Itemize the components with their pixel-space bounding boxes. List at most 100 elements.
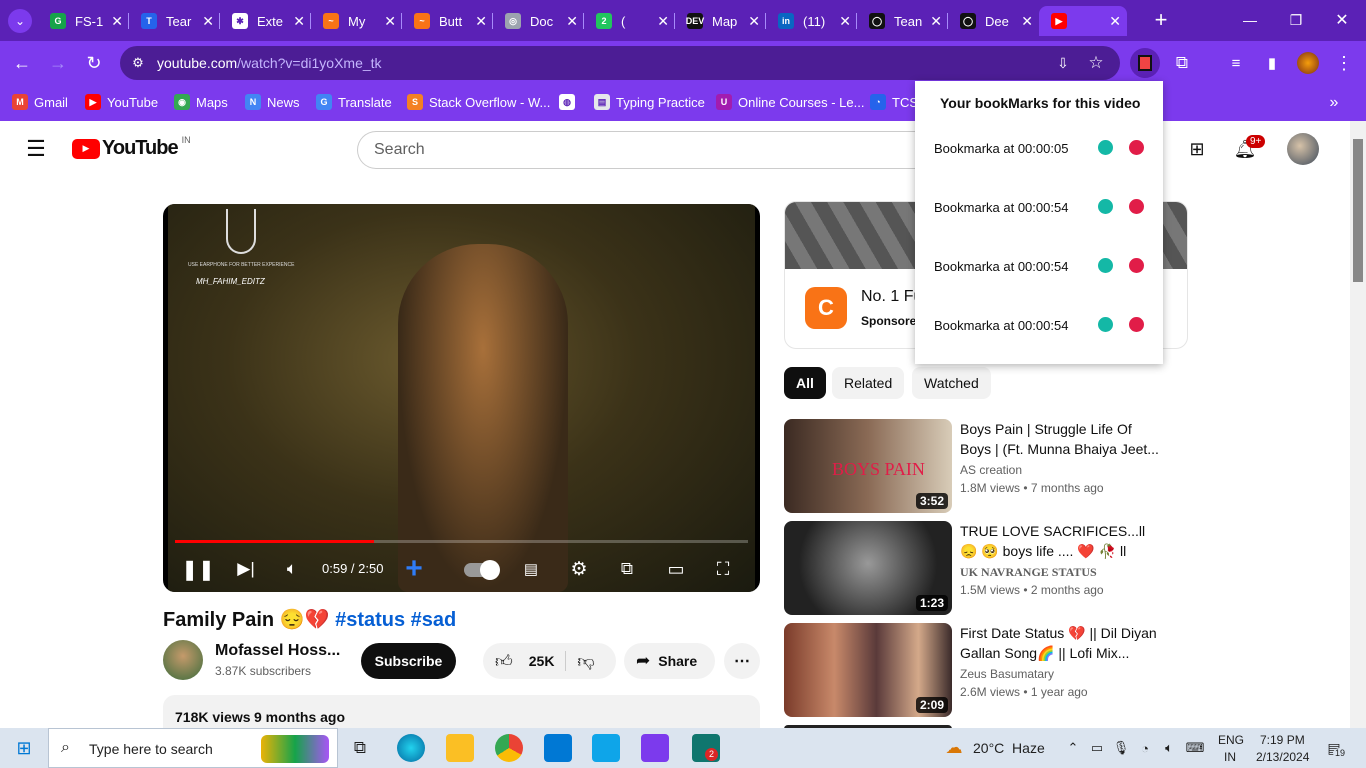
extensions-icon[interactable]: ⧉ [1170, 51, 1194, 75]
address-bar[interactable]: ⚙ youtube.com/watch?v=di1yoXme_tk ⇩ ☆ [120, 46, 1120, 80]
tab-close-icon[interactable]: ✕ [839, 13, 851, 30]
minimize-button[interactable]: — [1238, 8, 1262, 32]
browser-tab[interactable]: G FS-1 ✕ [38, 6, 129, 36]
edge-icon[interactable] [397, 734, 425, 762]
chip-watched[interactable]: Watched [912, 367, 991, 399]
bookmark-item[interactable]: G Translate [316, 94, 392, 110]
bookmark-extension-icon[interactable] [1130, 48, 1160, 78]
clipchamp-icon[interactable] [641, 734, 669, 762]
tab-close-icon[interactable]: ✕ [202, 13, 214, 30]
rec-channel[interactable]: UK NAVRANGE STATUS [960, 565, 1097, 580]
bookmark-item[interactable]: U Online Courses - Le... [716, 94, 864, 110]
weather-icon[interactable]: ☁ [942, 736, 966, 760]
tab-close-icon[interactable]: ✕ [930, 13, 942, 30]
browser-tab[interactable]: ~ My ✕ [311, 6, 402, 36]
profile-avatar[interactable] [1297, 52, 1319, 74]
description-box[interactable]: 718K views 9 months ago [163, 695, 760, 728]
tab-close-icon[interactable]: ✕ [657, 13, 669, 30]
bookmark-item[interactable]: N News [245, 94, 300, 110]
restore-button[interactable]: ❐ [1284, 8, 1308, 32]
bookmark-item[interactable]: ▤ Typing Practice [594, 94, 705, 110]
browser-tab[interactable]: in (11) ✕ [766, 6, 857, 36]
side-panel-icon[interactable]: ▮ [1260, 51, 1284, 75]
tab-close-icon[interactable]: ✕ [748, 13, 760, 30]
mail-icon[interactable] [544, 734, 572, 762]
rec-channel[interactable]: Zeus Basumatary [960, 667, 1054, 681]
channel-name[interactable]: Mofassel Hoss... [215, 642, 340, 660]
tab-close-icon[interactable]: ✕ [384, 13, 396, 30]
vscode-icon[interactable] [592, 734, 620, 762]
language-indicator[interactable]: ENG [1218, 733, 1244, 747]
browser-tab[interactable]: ~ Butt ✕ [402, 6, 493, 36]
browser-tab[interactable]: ◎ Doc ✕ [493, 6, 584, 36]
browser-tab[interactable]: T Tear ✕ [129, 6, 220, 36]
rec-title[interactable]: Boys Pain | Struggle Life Of Boys | (Ft.… [960, 419, 1165, 459]
bookmark-item[interactable]: ◍ [559, 94, 581, 110]
tab-close-icon[interactable]: ✕ [111, 13, 123, 30]
bookmark-add-icon[interactable]: + [399, 552, 429, 585]
show-hidden-icons[interactable]: ⌃ [1064, 737, 1082, 759]
play-bookmark-icon[interactable] [1098, 199, 1113, 214]
weather-text[interactable]: 20°C Haze [973, 740, 1045, 756]
hashtag-link[interactable]: #sad [411, 609, 457, 631]
play-bookmark-icon[interactable] [1098, 140, 1113, 155]
pause-icon[interactable]: ❚❚ [181, 556, 215, 582]
thumbs-down-icon[interactable]: 👎︎ [574, 649, 598, 673]
bookmark-item[interactable]: ◔ TCS [870, 94, 918, 110]
tab-close-icon[interactable]: ✕ [1109, 13, 1121, 30]
new-tab-button[interactable]: + [1150, 7, 1172, 32]
wifi-icon[interactable]: ◔ [1136, 737, 1154, 759]
hashtag-link[interactable]: #status [335, 609, 405, 631]
recommendation-item[interactable]: 1:23 TRUE LOVE SACRIFICES...ll 😞 🥺 boys … [784, 521, 1184, 617]
chrome-menu-icon[interactable]: ⋮ [1332, 51, 1356, 75]
chip-related[interactable]: Related [832, 367, 905, 399]
star-icon[interactable]: ☆ [1086, 53, 1106, 73]
bookmarks-overflow-icon[interactable]: » [1322, 91, 1346, 115]
account-avatar[interactable] [1287, 133, 1319, 165]
autoplay-toggle[interactable] [464, 560, 500, 580]
browser-tab[interactable]: ◯ Tean ✕ [857, 6, 948, 36]
page-scrollbar[interactable] [1350, 121, 1366, 728]
bookmark-item[interactable]: M Gmail [12, 94, 68, 110]
delete-bookmark-icon[interactable] [1129, 140, 1144, 155]
delete-bookmark-icon[interactable] [1129, 317, 1144, 332]
speaker-icon[interactable]: 🔈︎ [1160, 737, 1178, 759]
play-bookmark-icon[interactable] [1098, 317, 1113, 332]
more-actions-icon[interactable]: ⋯ [724, 643, 760, 679]
browser-tab[interactable]: ✱ Exte ✕ [220, 6, 311, 36]
subscribe-button[interactable]: Subscribe [361, 643, 456, 679]
scrollbar-thumb[interactable] [1353, 139, 1363, 282]
windows-start-icon[interactable]: ⊞ [12, 736, 36, 760]
task-view-icon[interactable]: ⧉ [348, 736, 372, 760]
tab-close-icon[interactable]: ✕ [1021, 13, 1033, 30]
microphone-icon[interactable]: 🎙︎ [1112, 737, 1130, 759]
video-thumbnail[interactable]: 2:09 [784, 623, 952, 717]
close-window-button[interactable]: ✕ [1330, 8, 1354, 32]
browser-tab[interactable]: ▶ ✕ [1039, 6, 1127, 36]
tab-search-icon[interactable]: ⌄ [8, 9, 32, 33]
subtitles-icon[interactable]: ▤ [518, 556, 544, 582]
url-text[interactable]: youtube.com/watch?v=di1yoXme_tk [157, 55, 382, 71]
tab-close-icon[interactable]: ✕ [293, 13, 305, 30]
bookmark-item[interactable]: S Stack Overflow - W... [407, 94, 550, 110]
battery-icon[interactable]: ▭ [1088, 737, 1106, 759]
bookmark-item[interactable]: ▶ YouTube [85, 94, 158, 110]
video-frame[interactable]: USE EARPHONE FOR BETTER EXPERIENCE MH_FA… [168, 204, 755, 592]
delete-bookmark-icon[interactable] [1129, 199, 1144, 214]
recommendation-item[interactable]: BOYS PAIN 3:52 Boys Pain | Struggle Life … [784, 419, 1184, 515]
region-indicator[interactable]: IN [1224, 750, 1236, 764]
reload-button[interactable]: ↻ [82, 51, 106, 75]
progress-track[interactable] [175, 540, 748, 543]
play-bookmark-icon[interactable] [1098, 258, 1113, 273]
video-thumbnail[interactable]: BOYS PAIN 3:52 [784, 419, 952, 513]
site-info-icon[interactable]: ⚙ [129, 54, 147, 72]
clock-time[interactable]: 7:19 PM [1260, 733, 1305, 747]
share-button[interactable]: ➦ Share [624, 643, 715, 679]
like-button[interactable]: 👍︎ 25K [483, 643, 565, 679]
volume-icon[interactable]: 🔈︎ [279, 556, 305, 582]
settings-icon[interactable]: ⚙ [566, 556, 592, 582]
tab-close-icon[interactable]: ✕ [475, 13, 487, 30]
rec-channel[interactable]: AS creation [960, 463, 1022, 477]
back-button[interactable]: ← [10, 51, 34, 75]
chip-all[interactable]: All [784, 367, 826, 399]
